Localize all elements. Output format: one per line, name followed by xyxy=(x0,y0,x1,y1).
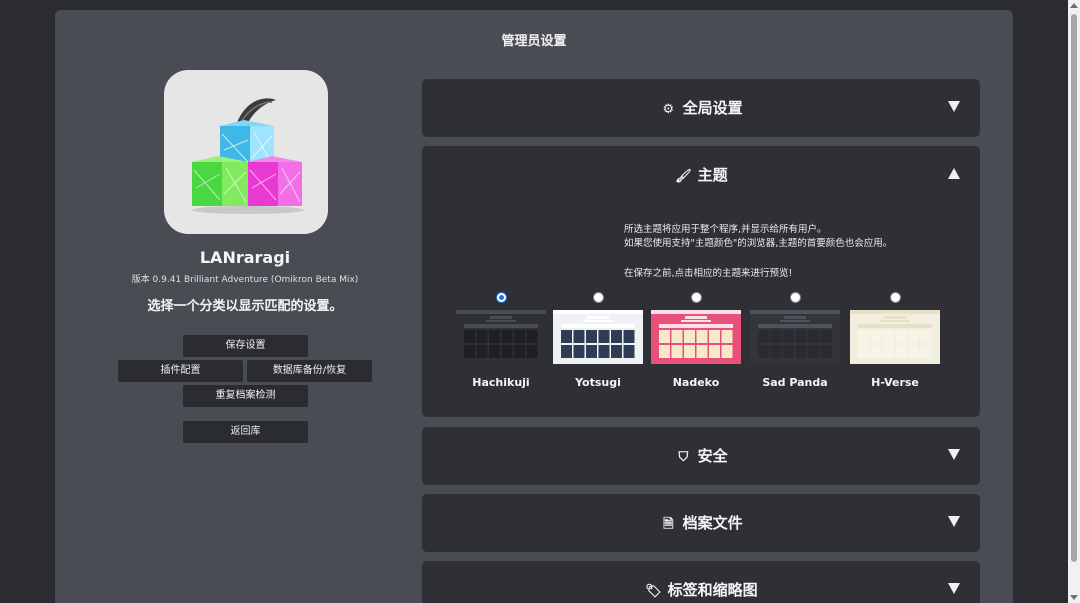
theme-radio[interactable] xyxy=(691,292,702,303)
theme-description: 所选主题将应用于整个程序,并显示给所有用户。 如果您使用支持"主题颜色"的浏览器… xyxy=(624,223,892,251)
admin-settings-panel: 管理员设置 LANraragi 版本 0.9.41 Brilliant Adve… xyxy=(55,10,1013,603)
section-theme-title: 主题 xyxy=(697,166,728,184)
users-cog-icon: ⚙ xyxy=(662,102,675,117)
section-tags-thumbnails: 🏷 标签和缩略图 xyxy=(422,561,980,603)
plugin-config-button[interactable]: 插件配置 xyxy=(118,360,243,382)
page-title: 管理员设置 xyxy=(501,34,567,49)
lanraragi-logo-icon xyxy=(192,98,304,214)
section-global-header[interactable]: ⚙ 全局设置 xyxy=(422,79,980,137)
tags-icon: 🏷 xyxy=(645,584,662,599)
theme-option[interactable]: H-Verse xyxy=(848,292,942,402)
theme-name-label: Sad Panda xyxy=(762,376,828,389)
return-to-library-button[interactable]: 返回库 xyxy=(183,421,308,443)
database-backup-button[interactable]: 数据库备份/恢复 xyxy=(247,360,372,382)
theme-preview-thumbnail[interactable] xyxy=(456,310,546,364)
chevron-down-icon[interactable] xyxy=(948,583,960,594)
chevron-up-icon[interactable] xyxy=(948,168,960,179)
theme-preview-thumbnail[interactable] xyxy=(850,310,940,364)
section-archive-title: 档案文件 xyxy=(682,514,743,532)
theme-radio[interactable] xyxy=(790,292,801,303)
save-settings-button[interactable]: 保存设置 xyxy=(183,335,308,357)
section-archive-header[interactable]: 🗎 档案文件 xyxy=(422,494,980,552)
theme-desc-line2: 如果您使用支持"主题颜色"的浏览器,主题的首要颜色也会应用。 xyxy=(624,238,893,249)
theme-option[interactable]: Sad Panda xyxy=(748,292,842,402)
theme-preview-thumbnail[interactable] xyxy=(553,310,643,364)
section-security-header[interactable]: ⛉ 安全 xyxy=(422,427,980,485)
theme-option[interactable]: Yotsugi xyxy=(551,292,645,402)
duplicate-detection-button[interactable]: 重复档案检测 xyxy=(183,385,308,407)
section-global-title: 全局设置 xyxy=(682,99,743,117)
theme-option[interactable]: Hachikuji xyxy=(454,292,548,402)
theme-name-label: Yotsugi xyxy=(575,376,621,389)
theme-option[interactable]: Nadeko xyxy=(649,292,743,402)
theme-desc-line1: 所选主题将应用于整个程序,并显示给所有用户。 xyxy=(624,224,827,235)
theme-name-label: Hachikuji xyxy=(472,376,530,389)
theme-name-label: H-Verse xyxy=(871,376,919,389)
section-archive-files: 🗎 档案文件 xyxy=(422,494,980,552)
shield-icon: ⛉ xyxy=(678,450,689,465)
settings-hint: 选择一个分类以显示匹配的设置。 xyxy=(147,299,343,314)
theme-preview-thumbnail[interactable] xyxy=(750,310,840,364)
theme-preview-note: 在保存之前,点击相应的主题来进行预览! xyxy=(624,268,793,279)
chevron-down-icon[interactable] xyxy=(948,449,960,460)
paint-brush-icon: 🖌 xyxy=(675,169,692,184)
chevron-down-icon[interactable] xyxy=(948,516,960,527)
file-archive-icon: 🗎 xyxy=(663,517,674,532)
section-tags-header[interactable]: 🏷 标签和缩略图 xyxy=(422,561,980,603)
scroll-up-arrow-icon[interactable] xyxy=(1070,3,1078,8)
vertical-scrollbar[interactable] xyxy=(1068,0,1080,603)
app-name: LANraragi xyxy=(199,248,291,267)
section-tags-title: 标签和缩略图 xyxy=(667,581,758,599)
section-security-title: 安全 xyxy=(697,447,728,465)
scrollbar-thumb[interactable] xyxy=(1071,14,1077,562)
chevron-down-icon[interactable] xyxy=(948,101,960,112)
app-version: 版本 0.9.41 Brilliant Adventure (Omikron B… xyxy=(131,275,359,285)
section-theme: 🖌 主题 所选主题将应用于整个程序,并显示给所有用户。 如果您使用支持"主题颜色… xyxy=(422,146,980,417)
theme-radio[interactable] xyxy=(496,292,507,303)
theme-radio[interactable] xyxy=(890,292,901,303)
app-logo xyxy=(164,70,328,234)
section-security: ⛉ 安全 xyxy=(422,427,980,485)
theme-radio[interactable] xyxy=(593,292,604,303)
theme-preview-thumbnail[interactable] xyxy=(651,310,741,364)
section-theme-header[interactable]: 🖌 主题 xyxy=(422,146,980,204)
section-global-settings: ⚙ 全局设置 xyxy=(422,79,980,137)
scroll-down-arrow-icon[interactable] xyxy=(1070,595,1078,600)
theme-name-label: Nadeko xyxy=(672,376,720,389)
